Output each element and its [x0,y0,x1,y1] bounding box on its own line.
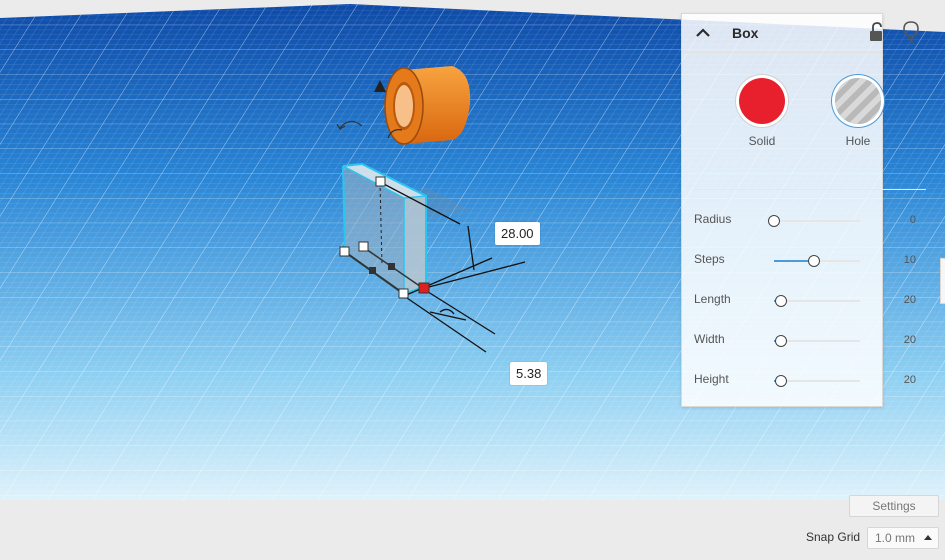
param-row-width: Width 20 [682,326,944,356]
param-row-radius: Radius 0 [682,206,944,236]
lightbulb-icon[interactable] [902,20,920,44]
radius-slider[interactable] [768,215,860,227]
solid-label: Solid [748,134,776,148]
settings-button[interactable]: Settings [849,495,939,517]
unlock-icon[interactable] [868,22,886,44]
param-label: Steps [694,252,725,266]
chevron-up-icon[interactable] [694,24,712,42]
snap-grid-label: Snap Grid [806,530,861,544]
slider-knob[interactable] [768,215,780,227]
param-label: Length [694,292,731,306]
param-label: Height [694,372,729,386]
param-label: Radius [694,212,732,226]
length-slider[interactable] [774,295,860,307]
param-value[interactable]: 20 [892,334,916,346]
snap-grid-value: 1.0 mm [875,531,916,545]
caret-up-icon [924,535,932,540]
slider-knob[interactable] [774,295,787,307]
slider-knob[interactable] [807,255,820,267]
width-slider[interactable] [774,335,860,347]
dimension-input-bottom[interactable]: 5.38 [510,362,548,385]
hole-swatch[interactable] [835,78,881,124]
param-row-length: Length 20 [682,286,944,316]
side-panel-tab[interactable] [940,258,945,304]
shape-inspector-panel: Box Solid Hole Radius 0 Steps 10 Length … [681,13,926,407]
selected-corner-handle[interactable] [418,282,430,294]
param-value[interactable]: 0 [892,214,916,226]
solid-button[interactable]: Solid [732,78,792,148]
height-slider[interactable] [774,375,860,387]
hole-button[interactable]: Hole [828,78,888,148]
slider-knob[interactable] [774,375,787,387]
inspector-header: Box [682,14,919,53]
param-value[interactable]: 20 [892,374,916,386]
inspector-title: Box [732,25,759,41]
snap-grid-select[interactable]: 1.0 mm [867,527,939,549]
param-value[interactable]: 20 [892,294,916,306]
param-value[interactable]: 10 [892,254,916,266]
dimension-input-top[interactable]: 28.00 [495,222,540,245]
inspector-divider [694,189,926,190]
hole-label: Hole [845,134,871,148]
solid-swatch[interactable] [739,78,785,124]
param-label: Width [694,332,725,346]
param-row-steps: Steps 10 [682,246,944,276]
param-row-height: Height 20 [682,366,944,396]
cylinder-shape[interactable] [384,66,471,145]
steps-slider[interactable] [774,255,860,267]
slider-knob[interactable] [774,335,787,347]
